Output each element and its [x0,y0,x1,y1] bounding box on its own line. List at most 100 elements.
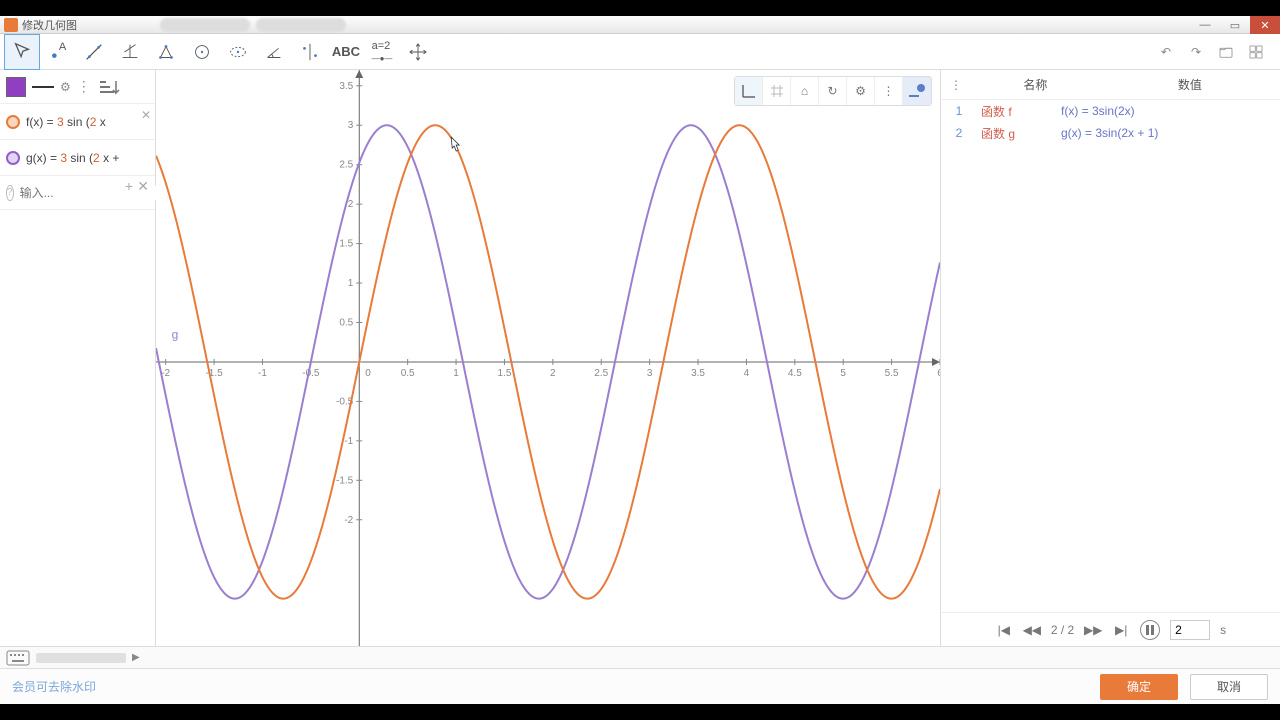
formula-f: f(x) = 3 sin (2 x [26,115,106,129]
open-button[interactable] [1214,40,1238,64]
function-row-g[interactable]: g(x) = 3 sin (2 x + [0,140,155,176]
reload-button[interactable]: ↻ [819,77,847,105]
col-name: 名称 [971,76,1100,93]
svg-text:0: 0 [365,368,371,379]
add-icon[interactable]: + [125,178,133,194]
time-unit: s [1220,623,1226,637]
minimize-button[interactable]: — [1190,16,1220,34]
document-tab[interactable] [160,18,250,32]
text-tool[interactable]: ABC [328,34,364,70]
h-scrollbar[interactable] [36,653,126,663]
formula-input[interactable] [20,186,175,200]
graph-settings-button[interactable]: ⚙ [847,77,875,105]
maximize-button[interactable]: ▭ [1220,16,1250,34]
pointer-tool[interactable] [4,34,40,70]
main-toolbar: A ABC a=2—●— ↶ ↷ [0,34,1280,70]
slider-tool[interactable]: a=2—●— [364,34,400,70]
table-menu-icon[interactable]: ⋮ [941,78,971,92]
keyboard-icon[interactable] [6,650,30,666]
move-view-tool[interactable] [400,34,436,70]
first-button[interactable]: |◀ [995,621,1013,639]
last-button[interactable]: ▶| [1112,621,1130,639]
visibility-dot-icon[interactable] [6,115,20,129]
svg-text:6: 6 [937,368,940,379]
ok-button[interactable]: 确定 [1100,674,1178,700]
app-icon [4,18,18,32]
svg-text:1.5: 1.5 [497,368,511,379]
next-button[interactable]: ▶▶ [1084,621,1102,639]
time-input[interactable] [1170,620,1210,640]
formula-g: g(x) = 3 sin (2 x + [26,151,119,165]
dialog-footer: 会员可去除水印 确定 取消 [0,668,1280,704]
table-row[interactable]: 1函数 ff(x) = 3sin(2x) [941,100,1280,122]
color-picker[interactable] [6,77,26,97]
graph-menu-button[interactable]: ⋮ [875,77,903,105]
row-value: f(x) = 3sin(2x) [1061,104,1135,118]
window-title: 修改几何图 [22,17,77,33]
axes-toggle[interactable] [735,77,763,105]
layout-button[interactable] [1244,40,1268,64]
polygon-tool[interactable] [148,34,184,70]
home-button[interactable]: ⌂ [791,77,819,105]
row-value: g(x) = 3sin(2x + 1) [1061,126,1158,140]
point-tool[interactable]: A [40,34,76,70]
svg-text:5: 5 [840,368,846,379]
undo-button[interactable]: ↶ [1154,40,1178,64]
document-tab[interactable] [256,18,346,32]
svg-text:5.5: 5.5 [885,368,899,379]
clear-icon[interactable]: ✕ [137,178,149,195]
keyboard-bar: ▶ [0,646,1280,668]
svg-text:-1: -1 [258,368,267,379]
svg-text:2.5: 2.5 [594,368,608,379]
graph-toolbar: ⌂ ↻ ⚙ ⋮ [734,76,932,106]
table-header: ⋮ 名称 数值 [941,70,1280,100]
line-tool[interactable] [76,34,112,70]
prev-button[interactable]: ◀◀ [1023,621,1041,639]
svg-text:4: 4 [744,368,750,379]
ellipse-tool[interactable] [220,34,256,70]
row-index: 2 [947,126,971,140]
pause-button[interactable] [1140,620,1160,640]
row-index: 1 [947,104,971,118]
watermark-link[interactable]: 会员可去除水印 [12,678,96,695]
close-button[interactable]: ✕ [1250,16,1280,34]
svg-text:1: 1 [453,368,459,379]
svg-text:3: 3 [348,120,354,131]
sort-icon[interactable] [97,77,123,97]
cancel-button[interactable]: 取消 [1190,674,1268,700]
plot-canvas[interactable]: -2-1.5-1-0.50.511.522.533.544.555.56-2-1… [156,70,940,646]
angle-tool[interactable] [256,34,292,70]
table-row[interactable]: 2函数 gg(x) = 3sin(2x + 1) [941,122,1280,144]
svg-text:1: 1 [348,278,354,289]
app-window: 修改几何图 — ▭ ✕ A ABC a=2—●— ↶ ↷ [0,16,1280,704]
grid-toggle[interactable] [763,77,791,105]
more-icon[interactable]: ⋮ [77,78,91,95]
svg-text:4.5: 4.5 [788,368,802,379]
object-table-panel: ⋮ 名称 数值 1函数 ff(x) = 3sin(2x)2函数 gg(x) = … [940,70,1280,646]
svg-text:g: g [172,327,179,341]
function-row-f[interactable]: f(x) = 3 sin (2 x ✕ [0,104,155,140]
trace-button[interactable] [903,77,931,105]
delete-icon[interactable]: ✕ [141,108,151,122]
svg-text:-2: -2 [344,515,353,526]
svg-text:0.5: 0.5 [401,368,415,379]
perpendicular-tool[interactable] [112,34,148,70]
help-icon[interactable]: ? [6,185,14,201]
svg-text:-1: -1 [344,436,353,447]
scroll-right-icon[interactable]: ▶ [132,652,140,663]
line-style-picker[interactable] [32,86,54,88]
svg-text:0.5: 0.5 [339,317,353,328]
document-tabs[interactable] [160,16,346,34]
main-area: ⚙ ⋮ f(x) = 3 sin (2 x ✕ g(x) = 3 sin (2 … [0,70,1280,646]
redo-button[interactable]: ↷ [1184,40,1208,64]
svg-text:A: A [59,41,67,53]
circle-tool[interactable] [184,34,220,70]
visibility-dot-icon[interactable] [6,151,20,165]
style-bar: ⚙ ⋮ [0,70,155,104]
graph-view[interactable]: ⌂ ↻ ⚙ ⋮ -2-1.5-1-0.50.511.522.533.544.55… [156,70,940,646]
animation-controls: |◀ ◀◀ 2 / 2 ▶▶ ▶| s [941,612,1280,646]
titlebar[interactable]: 修改几何图 — ▭ ✕ [0,16,1280,34]
svg-text:-1.5: -1.5 [336,475,354,486]
reflect-tool[interactable] [292,34,328,70]
settings-icon[interactable]: ⚙ [60,80,71,94]
